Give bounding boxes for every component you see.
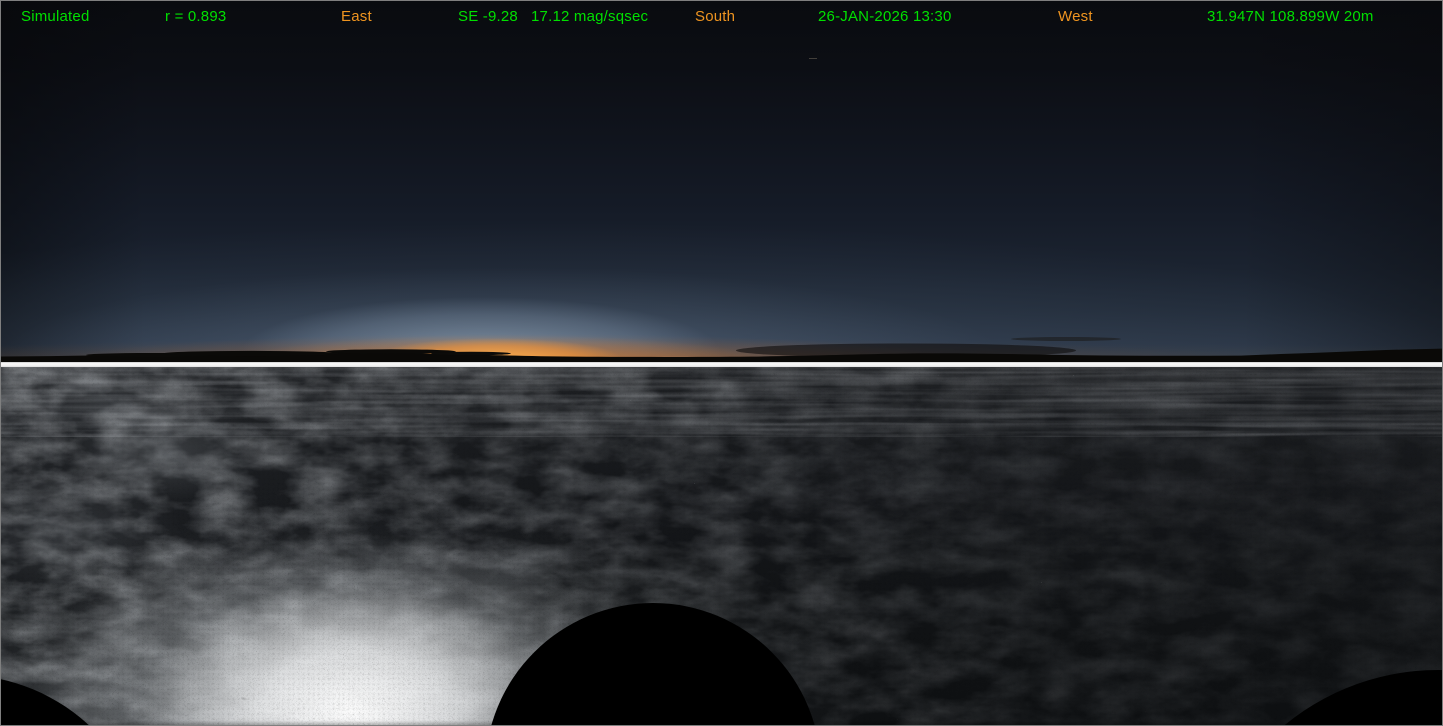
sky-panel: Simulated r = 0.893 East SE -9.28 17.12 … (1, 1, 1443, 362)
r-value-readout: r = 0.893 (165, 8, 226, 25)
datetime-readout: 26-JAN-2026 13:30 (818, 8, 952, 25)
ground-bottom-shade (1, 720, 1443, 726)
mode-readout: Simulated (21, 8, 90, 25)
twilight-orange-glow (1, 1, 1443, 362)
east-direction-label: East (341, 8, 372, 25)
south-direction-label: South (695, 8, 735, 25)
west-direction-label: West (1058, 8, 1093, 25)
telemetry-header: Simulated r = 0.893 East SE -9.28 17.12 … (1, 1, 1443, 29)
faint-star-trail (809, 58, 817, 59)
sun-altitude-readout: SE -9.28 (458, 8, 518, 25)
location-readout: 31.947N 108.899W 20m (1207, 8, 1374, 25)
ground-panel (1, 367, 1443, 726)
sky-brightness-readout: 17.12 mag/sqsec (531, 8, 648, 25)
horizon-silhouette (1, 332, 1443, 362)
simulation-window: Simulated r = 0.893 East SE -9.28 17.12 … (0, 0, 1443, 726)
